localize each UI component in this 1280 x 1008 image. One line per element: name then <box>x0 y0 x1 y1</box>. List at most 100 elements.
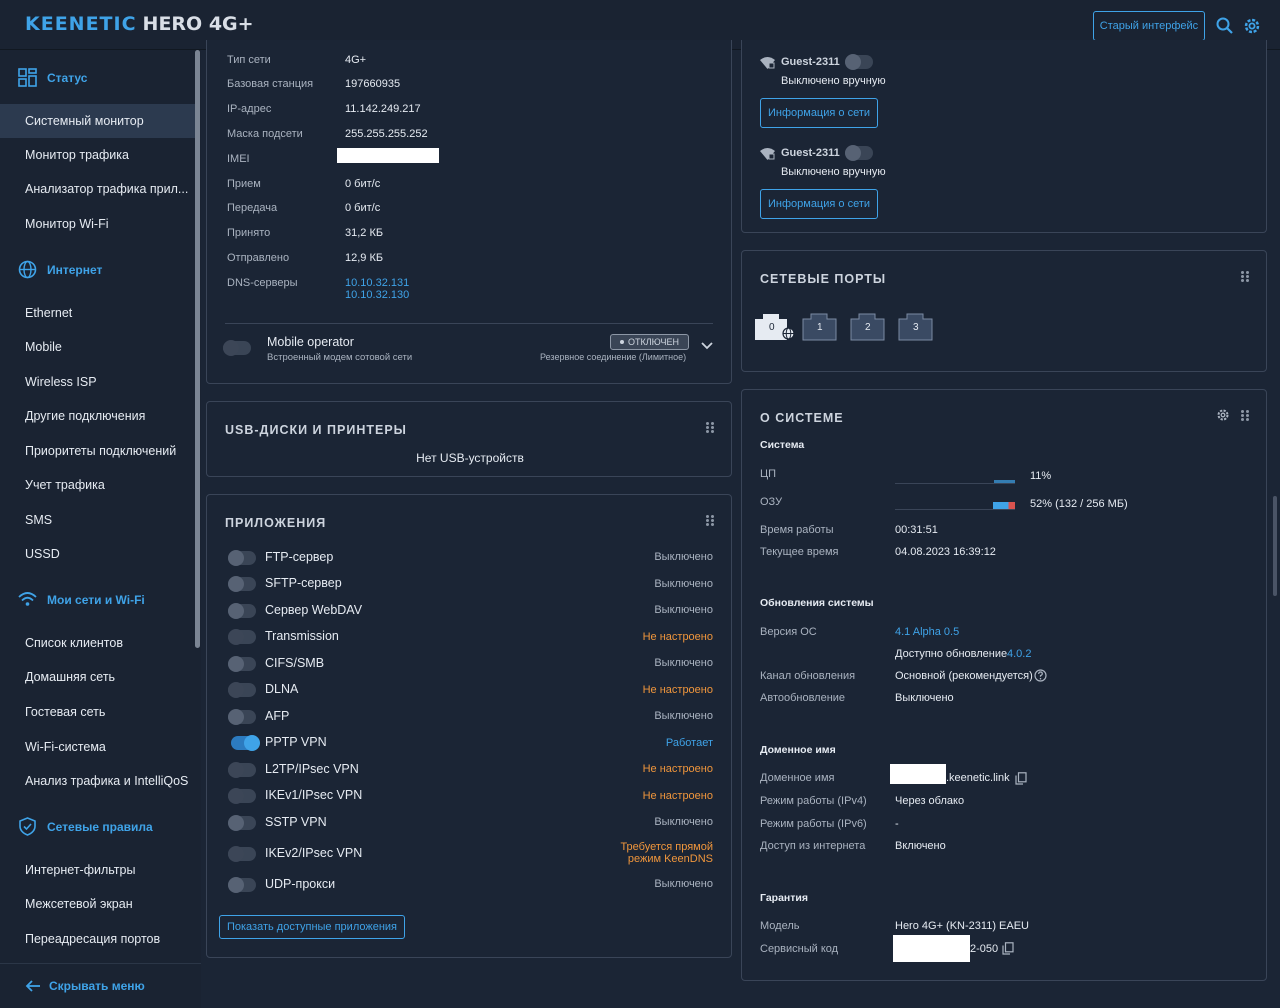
port-0-wan[interactable]: 0 <box>754 313 795 341</box>
app-name: AFP <box>265 709 290 723</box>
sidebar-section-rules[interactable]: Сетевые правила <box>18 817 153 836</box>
app-name: SSTP VPN <box>265 815 327 829</box>
drag-handle-icon[interactable] <box>706 515 714 527</box>
status-dot-icon <box>620 340 625 344</box>
sidebar-item-internet-filters[interactable]: Интернет-фильтры <box>0 853 195 887</box>
sidebar-section-label: Сетевые правила <box>47 819 153 834</box>
sidebar-item-system-monitor[interactable]: Системный монитор <box>0 104 195 138</box>
app-toggle-l2tp[interactable] <box>228 762 256 778</box>
port-1[interactable]: 1 <box>802 313 837 341</box>
sidebar-item-connection-priorities[interactable]: Приоритеты подключений <box>0 434 195 468</box>
operator-subtitle: Встроенный модем сотовой сети <box>267 352 413 363</box>
sidebar-item-sms[interactable]: SMS <box>0 503 195 537</box>
field-label: Передача <box>227 202 278 214</box>
shield-icon <box>19 817 36 836</box>
app-status: Выключено <box>654 878 713 890</box>
cpu-label: ЦП <box>760 468 777 480</box>
page-scrollbar[interactable] <box>1273 496 1277 596</box>
wifi-icon <box>18 592 37 606</box>
sidebar-section-status[interactable]: Статус <box>18 68 87 87</box>
app-toggle-ftp[interactable] <box>228 550 256 566</box>
app-toggle-dlna[interactable] <box>228 682 256 698</box>
app-toggle-cifs[interactable] <box>228 656 256 672</box>
app-toggle-sstp[interactable] <box>228 815 256 831</box>
sidebar-item-app-analyzer[interactable]: Анализатор трафика прил... <box>0 172 195 206</box>
app-status-line2: режим KeenDNS <box>627 853 713 865</box>
field-label: DNS-серверы <box>227 277 298 289</box>
sidebar-item-home-network[interactable]: Домашняя сеть <box>0 660 195 694</box>
sidebar-item-mobile[interactable]: Mobile <box>0 330 195 364</box>
app-toggle-sftp[interactable] <box>228 576 256 592</box>
search-icon[interactable] <box>1215 16 1235 36</box>
old-interface-button[interactable]: Старый интерфейс <box>1093 11 1205 41</box>
help-icon[interactable] <box>1034 669 1047 682</box>
sidebar-section-label: Статус <box>47 70 88 85</box>
network-info-button[interactable]: Информация о сети <box>760 189 878 219</box>
copy-icon[interactable] <box>1015 772 1027 785</box>
app-name: CIFS/SMB <box>265 656 325 670</box>
drag-handle-icon[interactable] <box>1241 410 1249 422</box>
logo-brand: KEENETIC <box>25 13 137 35</box>
hide-menu-button[interactable]: Скрывать меню <box>0 963 201 1008</box>
drag-handle-icon[interactable] <box>706 422 714 434</box>
show-apps-button[interactable]: Показать доступные приложения <box>219 915 405 939</box>
domain-subheading: Доменное имя <box>760 744 836 756</box>
port-label: 1 <box>817 322 823 333</box>
apps-card-title: ПРИЛОЖЕНИЯ <box>225 516 327 530</box>
app-toggle-udp-proxy[interactable] <box>228 877 256 893</box>
sidebar-item-client-list[interactable]: Список клиентов <box>0 626 195 660</box>
sidebar-item-intelliqos[interactable]: Анализ трафика и IntelliQoS <box>0 764 195 798</box>
app-status: Не настроено <box>642 631 713 643</box>
sidebar-item-traffic-monitor[interactable]: Монитор трафика <box>0 138 195 172</box>
app-toggle-transmission[interactable] <box>228 629 256 645</box>
app-toggle-webdav[interactable] <box>228 603 256 619</box>
sidebar-section-internet[interactable]: Интернет <box>18 260 102 279</box>
update-version-link[interactable]: 4.0.2 <box>1007 648 1031 660</box>
keenetic-logo[interactable]: KEENETIC HERO 4G+ <box>25 13 254 35</box>
sidebar-scrollbar[interactable] <box>195 50 200 648</box>
sidebar-section-wifi[interactable]: Мои сети и Wi-Fi <box>18 590 145 609</box>
sidebar-item-wireless-isp[interactable]: Wireless ISP <box>0 365 195 399</box>
sidebar-item-wifi-monitor[interactable]: Монитор Wi-Fi <box>0 207 195 241</box>
app-toggle-ikev2[interactable] <box>228 846 256 862</box>
sidebar-item-port-forwarding[interactable]: Переадресация портов <box>0 922 195 956</box>
app-toggle-ikev1[interactable] <box>228 788 256 804</box>
chevron-down-icon[interactable] <box>700 341 714 351</box>
field-label: Сервисный код <box>760 943 839 955</box>
guest-network-toggle[interactable] <box>845 54 873 70</box>
app-toggle-pptp[interactable] <box>231 735 260 751</box>
sidebar-item-wifi-system[interactable]: Wi-Fi-система <box>0 730 195 764</box>
sidebar-item-other-connections[interactable]: Другие подключения <box>0 399 195 433</box>
port-3[interactable]: 3 <box>898 313 933 341</box>
field-label: Версия ОС <box>760 626 817 638</box>
sidebar-item-guest-network[interactable]: Гостевая сеть <box>0 695 195 729</box>
cpu-value: 11% <box>1030 470 1052 482</box>
cpu-graph <box>895 474 1015 484</box>
ram-graph-bar <box>993 502 1015 509</box>
field-label: Режим работы (IPv4) <box>760 795 867 807</box>
status-badge: ОТКЛЮЧЕН <box>610 334 689 350</box>
network-info-button[interactable]: Информация о сети <box>760 98 878 128</box>
sidebar-item-ussd[interactable]: USSD <box>0 537 195 571</box>
guest-network-toggle[interactable] <box>845 145 873 161</box>
sidebar-item-ethernet[interactable]: Ethernet <box>0 296 195 330</box>
field-label: Автообновление <box>760 692 846 704</box>
gear-icon[interactable] <box>1242 16 1262 36</box>
port-2[interactable]: 2 <box>850 313 885 341</box>
gear-icon[interactable] <box>1216 408 1230 422</box>
field-value: 31,2 КБ <box>345 227 384 239</box>
field-label: Доменное имя <box>760 772 835 784</box>
dns-server-1-link[interactable]: 10.10.32.131 <box>345 277 409 289</box>
sidebar-item-firewall[interactable]: Межсетевой экран <box>0 887 195 921</box>
app-name: L2TP/IPsec VPN <box>265 762 359 776</box>
mobile-operator-toggle[interactable] <box>223 340 251 356</box>
dns-server-2-link[interactable]: 10.10.32.130 <box>345 289 409 301</box>
field-label: Канал обновления <box>760 670 856 682</box>
backup-connection-label: Резервное соединение (Лимитное) <box>540 352 687 362</box>
sidebar-item-traffic-accounting[interactable]: Учет трафика <box>0 468 195 502</box>
app-toggle-afp[interactable] <box>228 709 256 725</box>
drag-handle-icon[interactable] <box>1241 271 1249 283</box>
os-version-link[interactable]: 4.1 Alpha 0.5 <box>895 626 959 638</box>
app-status: Выключено <box>654 657 713 669</box>
copy-icon[interactable] <box>1002 942 1014 955</box>
